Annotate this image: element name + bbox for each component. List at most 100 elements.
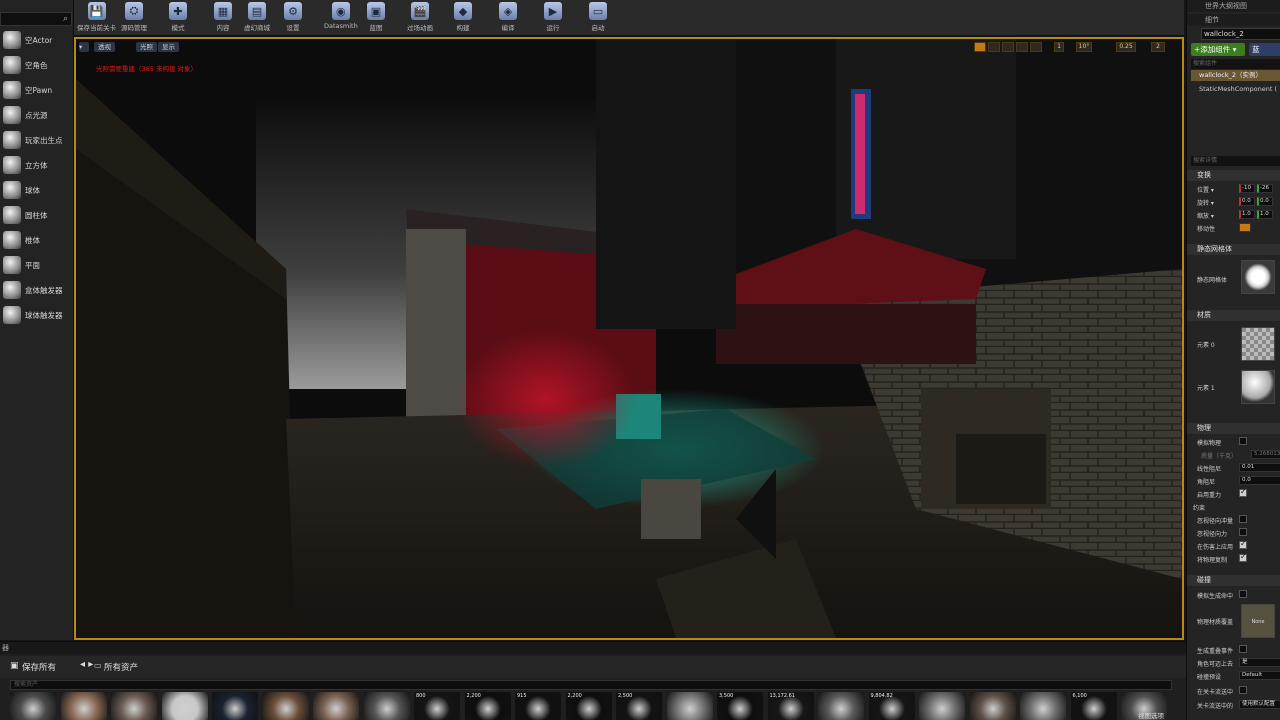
- rotation-x-field[interactable]: 0.0: [1239, 197, 1255, 206]
- material-element1-thumbnail[interactable]: [1241, 370, 1275, 404]
- asset-thumbnail[interactable]: [363, 692, 410, 720]
- toolbar-button[interactable]: 🎬 过场动画: [407, 2, 433, 34]
- component-staticmesh-row[interactable]: StaticMeshComponent (: [1199, 84, 1280, 94]
- viewport-mode-button[interactable]: 光照: [136, 42, 157, 52]
- asset-thumbnail[interactable]: 9,804.82: [868, 692, 915, 720]
- level-stream-checkbox[interactable]: [1239, 686, 1247, 694]
- viewport-snap-setting[interactable]: 2: [1151, 42, 1165, 52]
- history-nav-buttons[interactable]: ◂ ▸: [80, 659, 93, 670]
- scale-x-field[interactable]: 1.0: [1239, 210, 1255, 219]
- tab-details[interactable]: 细节: [1187, 14, 1280, 26]
- asset-thumbnail[interactable]: [666, 692, 713, 720]
- phys-material-thumbnail[interactable]: None: [1241, 604, 1275, 638]
- location-x-field[interactable]: -10: [1239, 184, 1255, 193]
- toolbar-button[interactable]: ◈ 编译: [499, 2, 517, 34]
- asset-thumbnail[interactable]: 6,100: [1070, 692, 1117, 720]
- enable-gravity-checkbox[interactable]: [1239, 487, 1247, 497]
- apply-impulse-checkbox[interactable]: [1239, 539, 1247, 549]
- rotation-y-field[interactable]: 0.0: [1257, 197, 1273, 206]
- component-root-row[interactable]: wallclock_2（实例）: [1191, 70, 1280, 81]
- asset-thumbnail[interactable]: 915: [515, 692, 561, 720]
- location-y-field[interactable]: -26: [1257, 184, 1273, 193]
- all-assets-breadcrumb[interactable]: 所有资产: [104, 661, 138, 673]
- asset-thumbnail[interactable]: [212, 692, 258, 720]
- asset-thumbnail[interactable]: [1020, 692, 1066, 720]
- asset-thumbnail[interactable]: 2,500: [616, 692, 662, 720]
- add-component-button[interactable]: +添加组件 ▾: [1191, 43, 1245, 56]
- toolbar-button[interactable]: ▦ 内容: [214, 2, 232, 34]
- place-item[interactable]: 球体触发器: [0, 303, 72, 327]
- asset-thumbnail[interactable]: 800: [414, 692, 460, 720]
- place-item[interactable]: 球体: [0, 178, 72, 202]
- viewport-mode-button[interactable]: 透视: [94, 42, 115, 52]
- material-element0-thumbnail[interactable]: [1241, 327, 1275, 361]
- rotate-icon[interactable]: [988, 42, 1000, 52]
- category-transform[interactable]: 变换: [1187, 170, 1280, 181]
- viewport-snap-setting[interactable]: 10°: [1076, 42, 1092, 52]
- toolbar-button[interactable]: ✚ 模式: [169, 2, 187, 34]
- clock-mesh-thumbnail[interactable]: [1241, 260, 1275, 294]
- angular-damping-field[interactable]: 0.0: [1239, 476, 1280, 485]
- place-item[interactable]: 玩家出生点: [0, 128, 72, 152]
- actor-name-field[interactable]: wallclock_2: [1201, 28, 1280, 40]
- use-default-config-field[interactable]: 使用默认配置: [1239, 700, 1280, 709]
- asset-thumbnail[interactable]: 13,172.61: [767, 692, 814, 720]
- toolbar-button[interactable]: ◆ 构建: [454, 2, 472, 34]
- category-physics[interactable]: 物理: [1187, 423, 1280, 434]
- asset-thumbnail[interactable]: 2,200: [464, 692, 511, 720]
- place-item[interactable]: 平面: [0, 253, 72, 277]
- level-viewport[interactable]: 透视 光照 显示 ▾ 光照需要重建（385 未构建 对象） 1 10° 0.25 2: [74, 37, 1184, 640]
- linear-damping-field[interactable]: 0.01: [1239, 463, 1280, 472]
- ignore-radial-force-checkbox[interactable]: [1239, 528, 1247, 536]
- simulate-overlap-checkbox[interactable]: [1239, 590, 1247, 598]
- toolbar-button[interactable]: ◉ Datasmith: [324, 2, 358, 34]
- view-options-button[interactable]: 视图选项: [1138, 710, 1164, 720]
- save-all-button[interactable]: 保存所有: [22, 661, 56, 673]
- toolbar-button[interactable]: ⛭ 源码管理: [121, 2, 147, 34]
- search-details-input[interactable]: 搜索详情: [1191, 156, 1280, 166]
- content-browser-tab[interactable]: 器: [0, 642, 1186, 654]
- category-static-mesh[interactable]: 静态网格体: [1187, 244, 1280, 255]
- tab-world-outliner[interactable]: 世界大纲视图: [1187, 0, 1280, 12]
- mass-field[interactable]: 5.268013: [1251, 450, 1280, 459]
- category-collision[interactable]: 碰撞: [1187, 575, 1280, 586]
- viewport-mode-button[interactable]: 显示: [158, 42, 179, 52]
- toolbar-button[interactable]: ▭ 启动: [589, 2, 607, 34]
- scale-icon[interactable]: [1002, 42, 1014, 52]
- place-search-input[interactable]: ⌕: [0, 12, 72, 26]
- constraints-label[interactable]: 约束: [1193, 503, 1205, 512]
- category-materials[interactable]: 材质: [1187, 310, 1280, 321]
- generate-overlap-checkbox[interactable]: [1239, 645, 1247, 653]
- search-components-input[interactable]: 搜索组件: [1191, 59, 1280, 69]
- asset-thumbnail[interactable]: [60, 692, 107, 720]
- asset-thumbnail[interactable]: [919, 692, 965, 720]
- asset-thumbnail[interactable]: [161, 692, 208, 720]
- toolbar-button[interactable]: 💾 保存当前关卡: [77, 2, 116, 34]
- toolbar-button[interactable]: ▤ 虚幻商城: [244, 2, 270, 34]
- place-item[interactable]: 圆柱体: [0, 203, 72, 227]
- can-step-up-dropdown[interactable]: 是: [1239, 658, 1280, 667]
- toolbar-button[interactable]: ▣ 蓝图: [367, 2, 385, 34]
- toolbar-button[interactable]: ⚙ 设置: [284, 2, 302, 34]
- asset-thumbnail[interactable]: [969, 692, 1016, 720]
- blueprint-button[interactable]: 蓝: [1249, 43, 1280, 56]
- asset-thumbnail[interactable]: [262, 692, 309, 720]
- place-item[interactable]: 点光源: [0, 103, 72, 127]
- ignore-radial-impulse-checkbox[interactable]: [1239, 515, 1247, 523]
- grid-snap-icon[interactable]: [1030, 42, 1042, 52]
- collision-presets-dropdown[interactable]: Default: [1239, 671, 1280, 680]
- asset-thumbnail[interactable]: [313, 692, 359, 720]
- asset-thumbnail[interactable]: 2,200: [565, 692, 612, 720]
- scene-render[interactable]: [76, 39, 1182, 638]
- place-item[interactable]: 空Pawn: [0, 78, 72, 102]
- place-item[interactable]: 椎体: [0, 228, 72, 252]
- place-item[interactable]: 盒体触发器: [0, 278, 72, 302]
- place-item[interactable]: 空角色: [0, 53, 72, 77]
- toolbar-button[interactable]: ▶ 运行: [544, 2, 562, 34]
- viewport-snap-setting[interactable]: 1: [1054, 42, 1064, 52]
- viewport-snap-setting[interactable]: 0.25: [1116, 42, 1136, 52]
- world-icon[interactable]: [1016, 42, 1028, 52]
- simulate-physics-checkbox[interactable]: [1239, 437, 1247, 445]
- viewport-options-dropdown-icon[interactable]: ▾: [79, 42, 89, 52]
- scale-y-field[interactable]: 1.0: [1257, 210, 1273, 219]
